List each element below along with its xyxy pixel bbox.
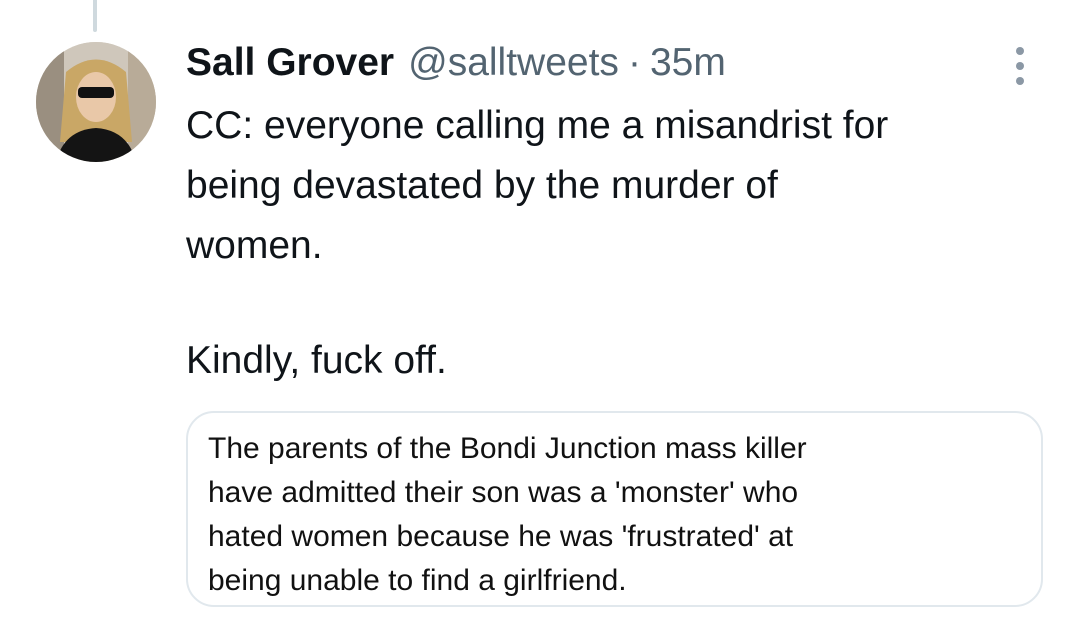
tweet-header: Sall Grover @salltweets · 35m — [186, 38, 726, 88]
image-text-line: hated women because he was 'frustrated' … — [208, 520, 794, 553]
more-dot — [1016, 77, 1024, 85]
author-handle[interactable]: @salltweets — [408, 41, 619, 85]
attached-image-card[interactable]: The parents of the Bondi Junction mass k… — [186, 411, 1043, 607]
tweet-text-line: being devastated by the murder of — [186, 164, 778, 207]
more-dot — [1016, 62, 1024, 70]
image-text: The parents of the Bondi Junction mass k… — [208, 427, 1018, 603]
author-name[interactable]: Sall Grover — [186, 41, 394, 85]
tweet-text-line: CC: everyone calling me a misandrist for — [186, 104, 889, 147]
tweet-text-line: Kindly, fuck off. — [186, 339, 447, 382]
image-text-line: have admitted their son was a 'monster' … — [208, 476, 799, 509]
avatar[interactable] — [36, 42, 156, 162]
more-dot — [1016, 47, 1024, 55]
thread-connector-line — [93, 0, 97, 32]
image-text-line: The parents of the Bondi Junction mass k… — [208, 432, 807, 465]
image-text-line: being unable to find a girlfriend. — [208, 564, 627, 597]
tweet-text: CC: everyone calling me a misandrist for… — [186, 96, 1036, 391]
more-vertical-icon[interactable] — [1006, 44, 1034, 88]
tweet-text-line: women. — [186, 224, 323, 267]
profile-photo — [36, 42, 156, 162]
tweet-timestamp[interactable]: 35m — [650, 41, 726, 85]
separator-dot: · — [627, 41, 641, 84]
